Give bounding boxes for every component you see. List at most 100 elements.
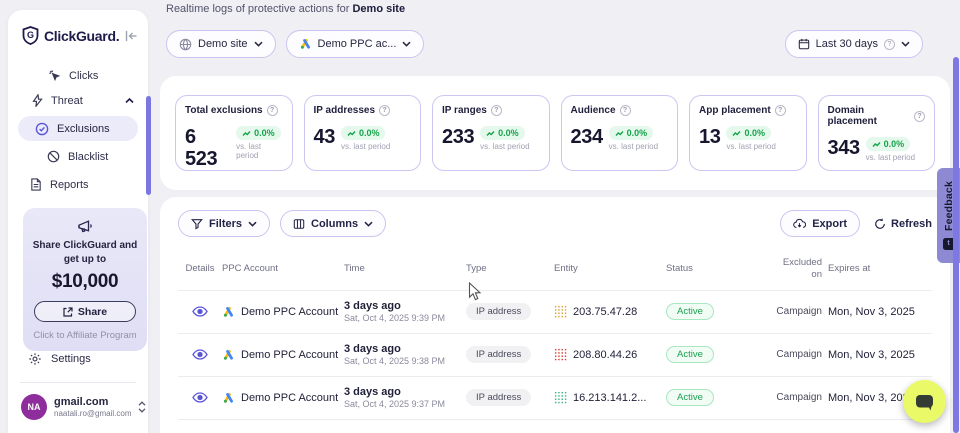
stat-period: vs. last period xyxy=(726,142,775,151)
site-selector-dropdown[interactable]: Demo site xyxy=(166,30,276,58)
table-row[interactable]: Demo PPC Account 3 days ago Sat, Oct 4, … xyxy=(178,333,932,376)
external-link-icon xyxy=(63,307,73,317)
delta-badge: 0.0% xyxy=(480,126,525,140)
help-icon[interactable]: ? xyxy=(620,105,631,116)
type-cell: IP address xyxy=(466,346,554,363)
clickguard-shield-icon: G xyxy=(22,26,39,45)
sidebar-item-settings[interactable]: Settings xyxy=(28,352,91,366)
sidebar-divider xyxy=(20,382,136,383)
share-button[interactable]: Share xyxy=(34,301,136,322)
status-cell: Active xyxy=(666,389,756,406)
help-icon[interactable]: ? xyxy=(914,111,925,122)
help-icon: ? xyxy=(884,39,895,50)
google-ads-icon xyxy=(299,38,312,50)
help-icon[interactable]: ? xyxy=(267,105,278,116)
ip-identicon xyxy=(554,391,567,404)
table-row[interactable]: Demo PPC Account 3 days ago Sat, Oct 4, … xyxy=(178,376,932,419)
stat-card-ip-ranges: IP ranges? 233 0.0% vs. last period xyxy=(432,95,550,171)
stat-value: 43 xyxy=(314,126,335,148)
stat-label: Total exclusions xyxy=(185,105,263,116)
ppc-account-cell: Demo PPC Account xyxy=(222,306,344,318)
help-icon[interactable]: ? xyxy=(491,105,502,116)
stat-value: 233 xyxy=(442,126,474,148)
ip-identicon xyxy=(554,348,567,361)
status-badge: Active xyxy=(666,389,714,406)
date-range-dropdown[interactable]: Last 30 days ? xyxy=(785,30,923,58)
details-eye-icon[interactable] xyxy=(178,349,222,360)
affiliate-link[interactable]: Click to Affiliate Program xyxy=(30,330,140,341)
globe-icon xyxy=(179,38,192,51)
stat-card-app-placement: App placement? 13 0.0% vs. last period xyxy=(689,95,807,171)
collapse-sidebar-icon[interactable] xyxy=(125,30,138,42)
ppc-account-cell: Demo PPC Account xyxy=(222,349,344,361)
export-button[interactable]: Export xyxy=(780,210,860,237)
user-email: naatali.ro@gmail.com xyxy=(54,409,131,418)
date-range-value: Last 30 days xyxy=(816,38,878,50)
clicks-icon xyxy=(48,69,61,82)
col-header-expires-at[interactable]: Expires at xyxy=(828,263,932,274)
megaphone-icon xyxy=(30,219,140,234)
details-eye-icon[interactable] xyxy=(178,306,222,317)
user-name: gmail.com xyxy=(54,396,131,409)
delta-badge: 0.0% xyxy=(609,126,654,140)
col-header-time[interactable]: Time xyxy=(344,263,466,274)
avatar: NA xyxy=(21,394,47,420)
sidebar-item-clicks[interactable]: Clicks xyxy=(8,63,148,88)
promo-text-line1: Share ClickGuard and xyxy=(30,239,140,253)
table-row[interactable]: Demo PPC Account 3 days ago Sat, Oct 4, … xyxy=(178,290,932,333)
sidebar-item-threat[interactable]: Threat xyxy=(8,88,148,113)
chat-launcher-button[interactable] xyxy=(903,380,946,423)
details-eye-icon[interactable] xyxy=(178,392,222,403)
delta-badge: 0.0% xyxy=(866,137,911,151)
col-header-details[interactable]: Details xyxy=(178,263,222,274)
svg-text:G: G xyxy=(27,30,34,40)
chat-bubble-icon xyxy=(914,392,935,412)
export-label: Export xyxy=(812,218,847,230)
stat-value: 234 xyxy=(571,126,603,148)
columns-icon xyxy=(293,218,305,230)
stat-period: vs. last period xyxy=(480,142,529,151)
stat-label: IP ranges xyxy=(442,105,487,116)
table-header-row: Details PPC Account Time Type Entity Sta… xyxy=(178,247,932,290)
stat-label: App placement xyxy=(699,105,771,116)
site-selector-value: Demo site xyxy=(198,38,248,50)
sidebar-item-label: Clicks xyxy=(69,70,98,82)
refresh-icon xyxy=(874,218,886,230)
stat-value: 343 xyxy=(828,137,860,159)
time-cell: 3 days ago Sat, Oct 4, 2025 9:39 PM xyxy=(344,300,466,323)
col-header-type[interactable]: Type xyxy=(466,263,554,274)
page-title: Realtime logs of protective actions for … xyxy=(166,3,405,15)
col-header-ppc-account[interactable]: PPC Account xyxy=(222,263,344,274)
gear-icon xyxy=(28,352,42,366)
sidebar-item-reports[interactable]: Reports xyxy=(8,172,148,197)
refresh-button[interactable]: Refresh xyxy=(874,218,932,230)
ppc-account-cell: Demo PPC Account xyxy=(222,392,344,404)
columns-dropdown[interactable]: Columns xyxy=(280,210,386,237)
stat-period: vs. last period xyxy=(609,142,658,151)
delta-badge: 0.0% xyxy=(726,126,771,140)
sidebar-item-exclusions[interactable]: Exclusions xyxy=(18,116,138,141)
stat-card-ip-addresses: IP addresses? 43 0.0% vs. last period xyxy=(304,95,422,171)
threat-icon xyxy=(32,94,43,107)
help-icon[interactable]: ? xyxy=(775,105,786,116)
logo-text: ClickGuard. xyxy=(44,28,120,44)
excluded-on-cell: Campaign xyxy=(756,349,828,360)
col-header-entity[interactable]: Entity xyxy=(554,263,666,274)
col-header-status[interactable]: Status xyxy=(666,263,756,274)
user-account-menu[interactable]: NA gmail.com naatali.ro@gmail.com xyxy=(21,394,139,420)
col-header-excluded-on[interactable]: Excluded on xyxy=(756,257,828,281)
exclusions-check-icon xyxy=(35,122,49,136)
delta-badge: 0.0% xyxy=(341,126,386,140)
status-cell: Active xyxy=(666,303,756,320)
chevron-down-icon xyxy=(254,41,263,47)
stat-label: Domain placement xyxy=(828,105,911,127)
affiliate-promo-card: Share ClickGuard and get up to $10,000 S… xyxy=(23,208,147,351)
help-icon[interactable]: ? xyxy=(379,105,390,116)
sidebar-scrollbar-thumb[interactable] xyxy=(146,96,151,195)
sidebar-item-blacklist[interactable]: Blacklist xyxy=(8,144,148,169)
sidebar-item-label: Exclusions xyxy=(57,123,110,135)
delta-badge: 0.0% xyxy=(236,126,281,140)
page-scrollbar-thumb[interactable] xyxy=(953,57,959,433)
ppc-account-selector-dropdown[interactable]: Demo PPC ac... xyxy=(286,30,425,58)
filters-dropdown[interactable]: Filters xyxy=(178,210,270,237)
